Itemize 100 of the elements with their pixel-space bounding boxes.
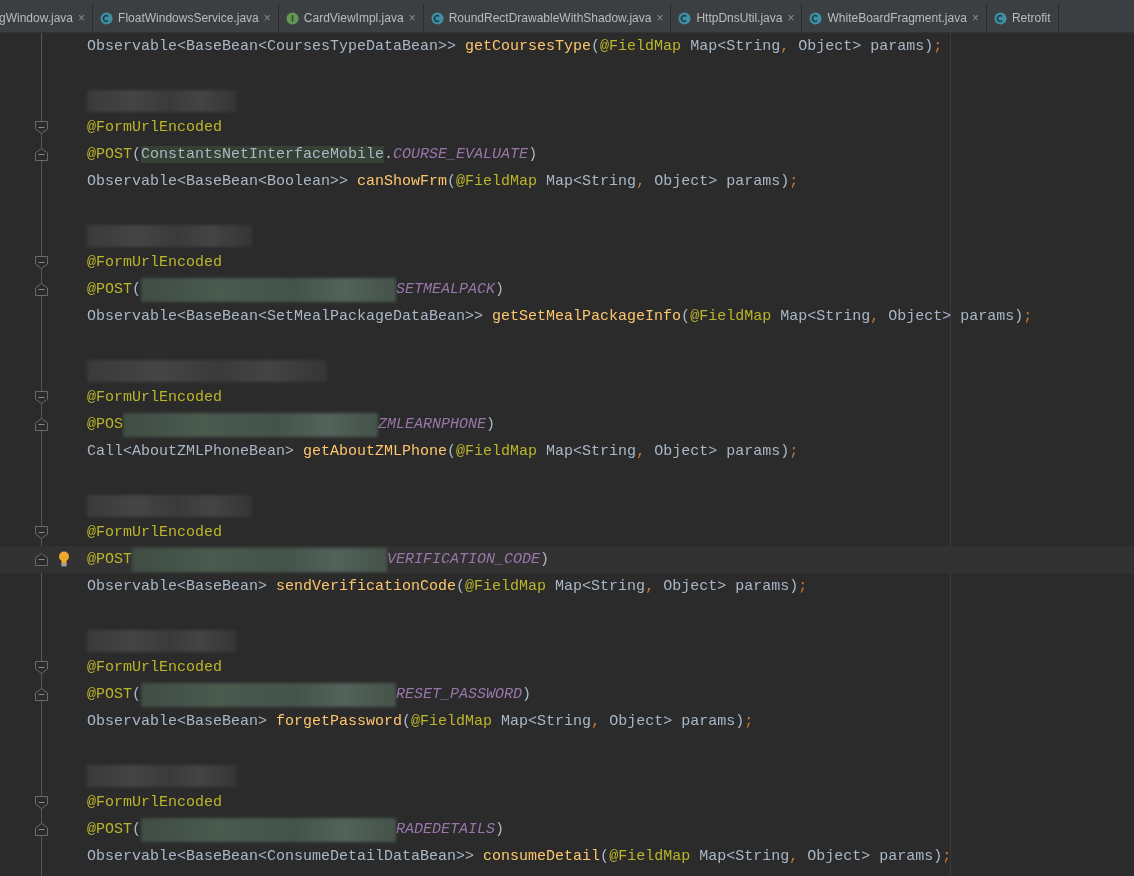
code-token: @POST: [87, 821, 132, 838]
code-token: ): [495, 281, 505, 298]
fold-icon[interactable]: [34, 282, 49, 297]
fold-icon[interactable]: [34, 687, 49, 702]
code-token: ;: [942, 848, 952, 865]
close-icon[interactable]: ×: [787, 11, 795, 25]
code-token: Observable<BaseBean>: [87, 578, 269, 595]
code-token: @FormUrlEncoded: [87, 659, 223, 676]
code-token: Object> params): [888, 308, 1024, 325]
fold-icon[interactable]: [34, 120, 49, 135]
fold-icon[interactable]: [34, 525, 49, 540]
code-token: ,: [789, 848, 800, 865]
code-token: @FieldMap: [456, 443, 538, 460]
code-token: Object> params): [609, 713, 745, 730]
code-token: ,: [870, 308, 881, 325]
code-token: Map<String: [689, 38, 781, 55]
code-token: (: [591, 38, 601, 55]
code-token: ): [528, 146, 538, 163]
code-token: ;: [798, 578, 808, 595]
code-token: ): [522, 686, 532, 703]
code-token: Map<String: [545, 443, 637, 460]
code-token: Observable<BaseBean<ConsumeDetailDataBean>>: [87, 848, 476, 865]
code-token: canShowFrm: [357, 173, 448, 190]
lightbulb-icon[interactable]: [58, 551, 70, 567]
editor-tab[interactable]: CardViewImpl.java ×: [278, 4, 424, 32]
code-token: (: [132, 821, 142, 838]
code-token: @FormUrlEncoded: [87, 794, 223, 811]
code-token: ;: [789, 173, 799, 190]
code-token: Observable<BaseBean<SetMealPackageDataBean>>: [87, 308, 485, 325]
code-token: @FieldMap: [600, 38, 682, 55]
code-token: ): [486, 416, 496, 433]
class-icon: [430, 11, 444, 25]
editor-tab[interactable]: Retrofit: [986, 4, 1059, 32]
code-token: ;: [789, 443, 799, 460]
code-token: (: [456, 578, 466, 595]
close-icon[interactable]: ×: [408, 11, 416, 25]
code-token: ConstantsNetInterfaceMobile: [141, 146, 385, 163]
code-token: (: [447, 443, 457, 460]
code-token: RESET_PASSWORD: [396, 686, 523, 703]
fold-icon[interactable]: [34, 417, 49, 432]
code-token: @POST: [87, 146, 132, 163]
interface-icon: [285, 11, 299, 25]
close-icon[interactable]: ×: [263, 11, 271, 25]
code-token: ZMLEARNPHONE: [378, 416, 487, 433]
class-icon: [993, 11, 1007, 25]
code-token: @FieldMap: [609, 848, 691, 865]
close-icon[interactable]: ×: [78, 11, 86, 25]
editor-tab[interactable]: WhiteBoardFragment.java ×: [802, 4, 987, 32]
code-token: getAboutZMLPhone: [303, 443, 448, 460]
close-icon[interactable]: ×: [656, 11, 664, 25]
code-token: VERIFICATION_CODE: [387, 551, 541, 568]
code-token: getSetMealPackageInfo: [492, 308, 682, 325]
close-icon[interactable]: ×: [971, 11, 979, 25]
code-token: @FieldMap: [465, 578, 547, 595]
code-token: @FormUrlEncoded: [87, 254, 223, 271]
fold-icon[interactable]: [34, 147, 49, 162]
code-token: @POS: [87, 416, 123, 433]
code-token: ): [540, 551, 550, 568]
fold-icon[interactable]: [34, 795, 49, 810]
editor-tab[interactable]: FloatWindowsService.java ×: [93, 4, 279, 32]
code-token: Observable<BaseBean<Boolean>>: [87, 173, 350, 190]
code-token: ,: [636, 173, 647, 190]
code-token: Observable<BaseBean<CoursesTypeDataBean>>: [87, 38, 458, 55]
code-token: ;: [1023, 308, 1033, 325]
class-icon: [100, 11, 114, 25]
fold-icon[interactable]: [34, 390, 49, 405]
code-token: Map<String: [545, 173, 637, 190]
code-token: Map<String: [779, 308, 871, 325]
code-token: (: [447, 173, 457, 190]
editor-tab[interactable]: RoundRectDrawableWithShadow.java ×: [423, 4, 672, 32]
fold-icon[interactable]: [34, 822, 49, 837]
fold-icon[interactable]: [34, 660, 49, 675]
code-token: @POST: [87, 686, 132, 703]
code-token: ;: [933, 38, 943, 55]
code-token: Map<String: [554, 578, 646, 595]
code-token: Map<String: [500, 713, 592, 730]
code-token: (: [132, 146, 142, 163]
code-token: @FormUrlEncoded: [87, 524, 223, 541]
code-token: sendVerificationCode: [276, 578, 457, 595]
code-token: Object> params): [663, 578, 799, 595]
code-token: ,: [645, 578, 656, 595]
code-token: getCoursesType: [465, 38, 592, 55]
code-token: @FormUrlEncoded: [87, 389, 223, 406]
fold-icon[interactable]: [34, 552, 49, 567]
code-token: forgetPassword: [276, 713, 403, 730]
code-token: Object> params): [798, 38, 934, 55]
editor-tab[interactable]: gWindow.java ×: [0, 4, 94, 32]
code-token: Object> params): [654, 443, 790, 460]
code-token: SETMEALPACK: [396, 281, 496, 298]
code-token: ): [495, 821, 505, 838]
code-token: (: [132, 281, 142, 298]
editor-tab[interactable]: HttpDnsUtil.java ×: [671, 4, 803, 32]
code-token: @FieldMap: [456, 173, 538, 190]
code-token: Object> params): [807, 848, 943, 865]
code-token: Object> params): [654, 173, 790, 190]
fold-icon[interactable]: [34, 255, 49, 270]
code-token: RADEDETAILS: [396, 821, 496, 838]
code-token: ,: [780, 38, 791, 55]
code-token: Observable<BaseBean>: [87, 713, 269, 730]
class-icon: [809, 11, 823, 25]
